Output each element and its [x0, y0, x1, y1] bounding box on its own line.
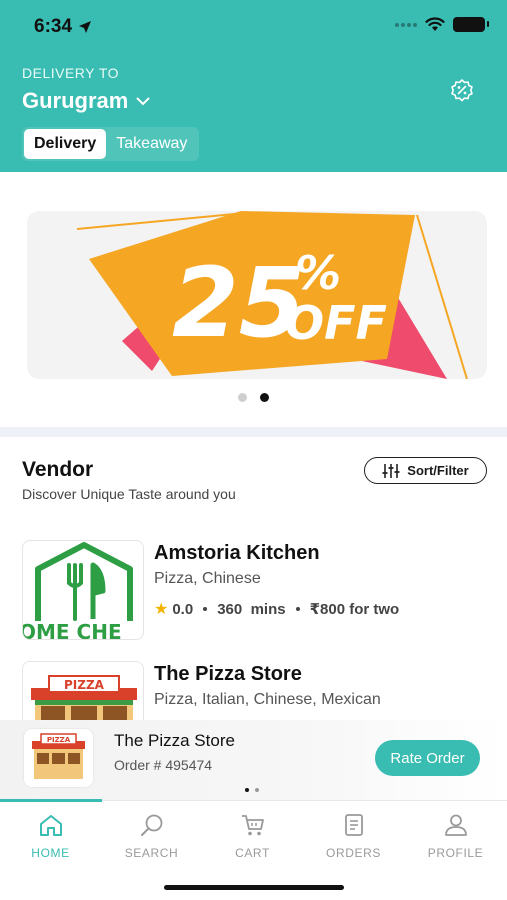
- banner-page-dot[interactable]: [238, 393, 247, 402]
- tab-label: ORDERS: [326, 846, 381, 860]
- cart-icon: [241, 815, 264, 836]
- status-bar: 6:34: [0, 0, 507, 56]
- home-indicator-bar: [164, 885, 344, 890]
- tab-home[interactable]: HOME: [0, 813, 101, 860]
- app-header: 6:34 DELIVERY TO Gurugram Delivery Takea…: [0, 0, 507, 172]
- location-arrow-icon: [79, 21, 92, 33]
- banner-page-dot-active[interactable]: [260, 393, 269, 402]
- status-time: 6:34: [34, 16, 92, 38]
- vendor-cuisine: Pizza, Italian, Chinese, Mexican: [154, 691, 381, 708]
- vendor-price: ₹800 for two: [309, 601, 400, 618]
- star-icon: ★: [154, 601, 169, 618]
- delivery-to-label: DELIVERY TO: [22, 65, 120, 81]
- separator-dot: [203, 607, 208, 611]
- vendor-rating: 0.0: [172, 600, 194, 618]
- banner-off-text: OFF: [285, 296, 387, 350]
- active-order-card[interactable]: PIZZA The Pizza Store Order # 495474 Rat…: [0, 720, 507, 800]
- vendor-card[interactable]: OME CHE Amstoria Kitchen Pizza, Chinese …: [22, 540, 492, 640]
- order-card-pagination: [245, 788, 259, 792]
- vendor-cuisine: Pizza, Chinese: [154, 570, 261, 587]
- profile-icon: [444, 814, 467, 836]
- tab-search[interactable]: SEARCH: [101, 813, 202, 860]
- order-page-dot[interactable]: [255, 788, 259, 792]
- tab-label: SEARCH: [124, 846, 179, 860]
- chevron-down-icon: [136, 97, 150, 105]
- order-number: Order # 495474: [114, 757, 213, 773]
- wifi-icon: [425, 17, 445, 31]
- vendor-section-subtitle: Discover Unique Taste around you: [22, 486, 236, 502]
- sort-filter-label: Sort/Filter: [407, 463, 469, 478]
- separator-dot: [295, 607, 300, 611]
- order-store-name: The Pizza Store: [114, 731, 235, 750]
- cellular-signal-icon: [395, 22, 417, 27]
- tab-profile[interactable]: PROFILE: [405, 813, 506, 860]
- tab-label: HOME: [31, 846, 70, 860]
- mode-takeaway-button[interactable]: Takeaway: [106, 129, 197, 159]
- order-logo-text: PIZZA: [47, 736, 71, 744]
- vendor-meta: ★ 0.0 360 mins ₹800 for two: [154, 599, 399, 619]
- vendor-section-title: Vendor: [22, 458, 94, 481]
- battery-icon: [453, 17, 489, 32]
- vendor-delivery-time: 360 mins: [217, 600, 286, 618]
- sliders-icon: [382, 463, 400, 478]
- tab-cart[interactable]: CART: [202, 813, 303, 860]
- search-icon: [140, 814, 162, 836]
- vendor-logo: OME CHE: [22, 540, 144, 640]
- section-divider: [0, 427, 507, 437]
- city-name: Gurugram: [22, 88, 129, 113]
- promo-banner-artwork: 25 % OFF: [76, 211, 468, 379]
- order-page-dot-active[interactable]: [245, 788, 249, 792]
- vendor-logo-text: OME CHE: [23, 620, 122, 640]
- promo-banner[interactable]: 25 % OFF: [27, 211, 487, 379]
- location-selector[interactable]: Gurugram: [22, 88, 150, 114]
- active-tab-indicator: [0, 799, 102, 802]
- banner-pagination: [238, 393, 269, 402]
- banner-percent-sign: %: [295, 246, 341, 300]
- sort-filter-button[interactable]: Sort/Filter: [364, 457, 487, 484]
- delivery-mode-toggle: Delivery Takeaway: [22, 127, 200, 161]
- tab-label: PROFILE: [427, 846, 484, 860]
- tab-orders[interactable]: ORDERS: [303, 813, 404, 860]
- vendor-name: Amstoria Kitchen: [154, 542, 320, 564]
- tab-label: CART: [235, 846, 270, 860]
- order-store-logo: PIZZA: [24, 729, 93, 787]
- discount-badge-icon[interactable]: [449, 78, 475, 104]
- status-time-label: 6:34: [34, 16, 73, 37]
- mode-delivery-button[interactable]: Delivery: [24, 129, 107, 159]
- orders-icon: [344, 814, 363, 836]
- rate-order-button[interactable]: Rate Order: [375, 740, 480, 776]
- home-icon: [39, 815, 62, 836]
- status-indicators: [395, 17, 489, 32]
- vendor-name: The Pizza Store: [154, 663, 302, 685]
- vendor-logo-text: PIZZA: [64, 678, 105, 692]
